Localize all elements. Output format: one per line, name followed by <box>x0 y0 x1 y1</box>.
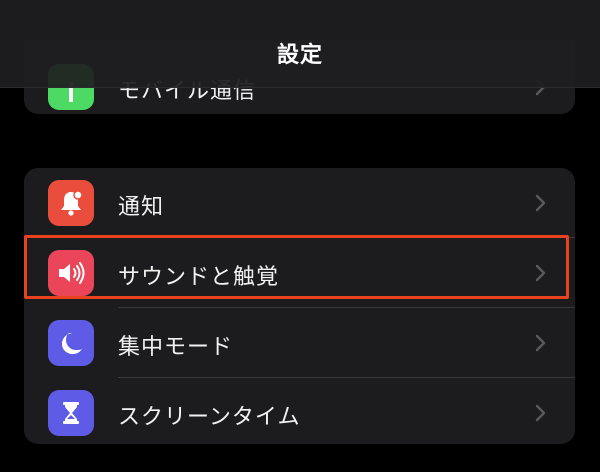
settings-row-sounds-haptics[interactable]: サウンドと触覚 <box>24 238 575 307</box>
settings-row-label: 集中モード <box>118 335 234 360</box>
chevron-right-icon <box>535 194 547 216</box>
hourglass-icon <box>48 390 94 436</box>
settings-row-label: スクリーンタイム <box>118 405 301 430</box>
settings-row-notifications[interactable]: 通知 <box>24 168 575 237</box>
settings-row-screen-time[interactable]: スクリーンタイム <box>24 378 575 444</box>
bell-icon <box>48 180 94 226</box>
settings-group-notifications: 通知 サウンドと触覚 集中モード スクリーンタイム <box>24 168 575 444</box>
settings-row-label: サウンドと触覚 <box>118 265 280 290</box>
chevron-right-icon <box>535 404 547 426</box>
chevron-right-icon <box>535 264 547 286</box>
chevron-right-icon <box>535 334 547 356</box>
navigation-bar: 設定 <box>0 0 600 88</box>
settings-row-label: 通知 <box>118 195 165 220</box>
settings-screen: モバイル通信 設定 通知 サウンドと触覚 集中モード スクリーンタイム <box>0 0 600 472</box>
moon-icon <box>48 320 94 366</box>
speaker-icon <box>48 250 94 296</box>
page-title: 設定 <box>276 43 323 68</box>
settings-row-focus[interactable]: 集中モード <box>24 308 575 377</box>
